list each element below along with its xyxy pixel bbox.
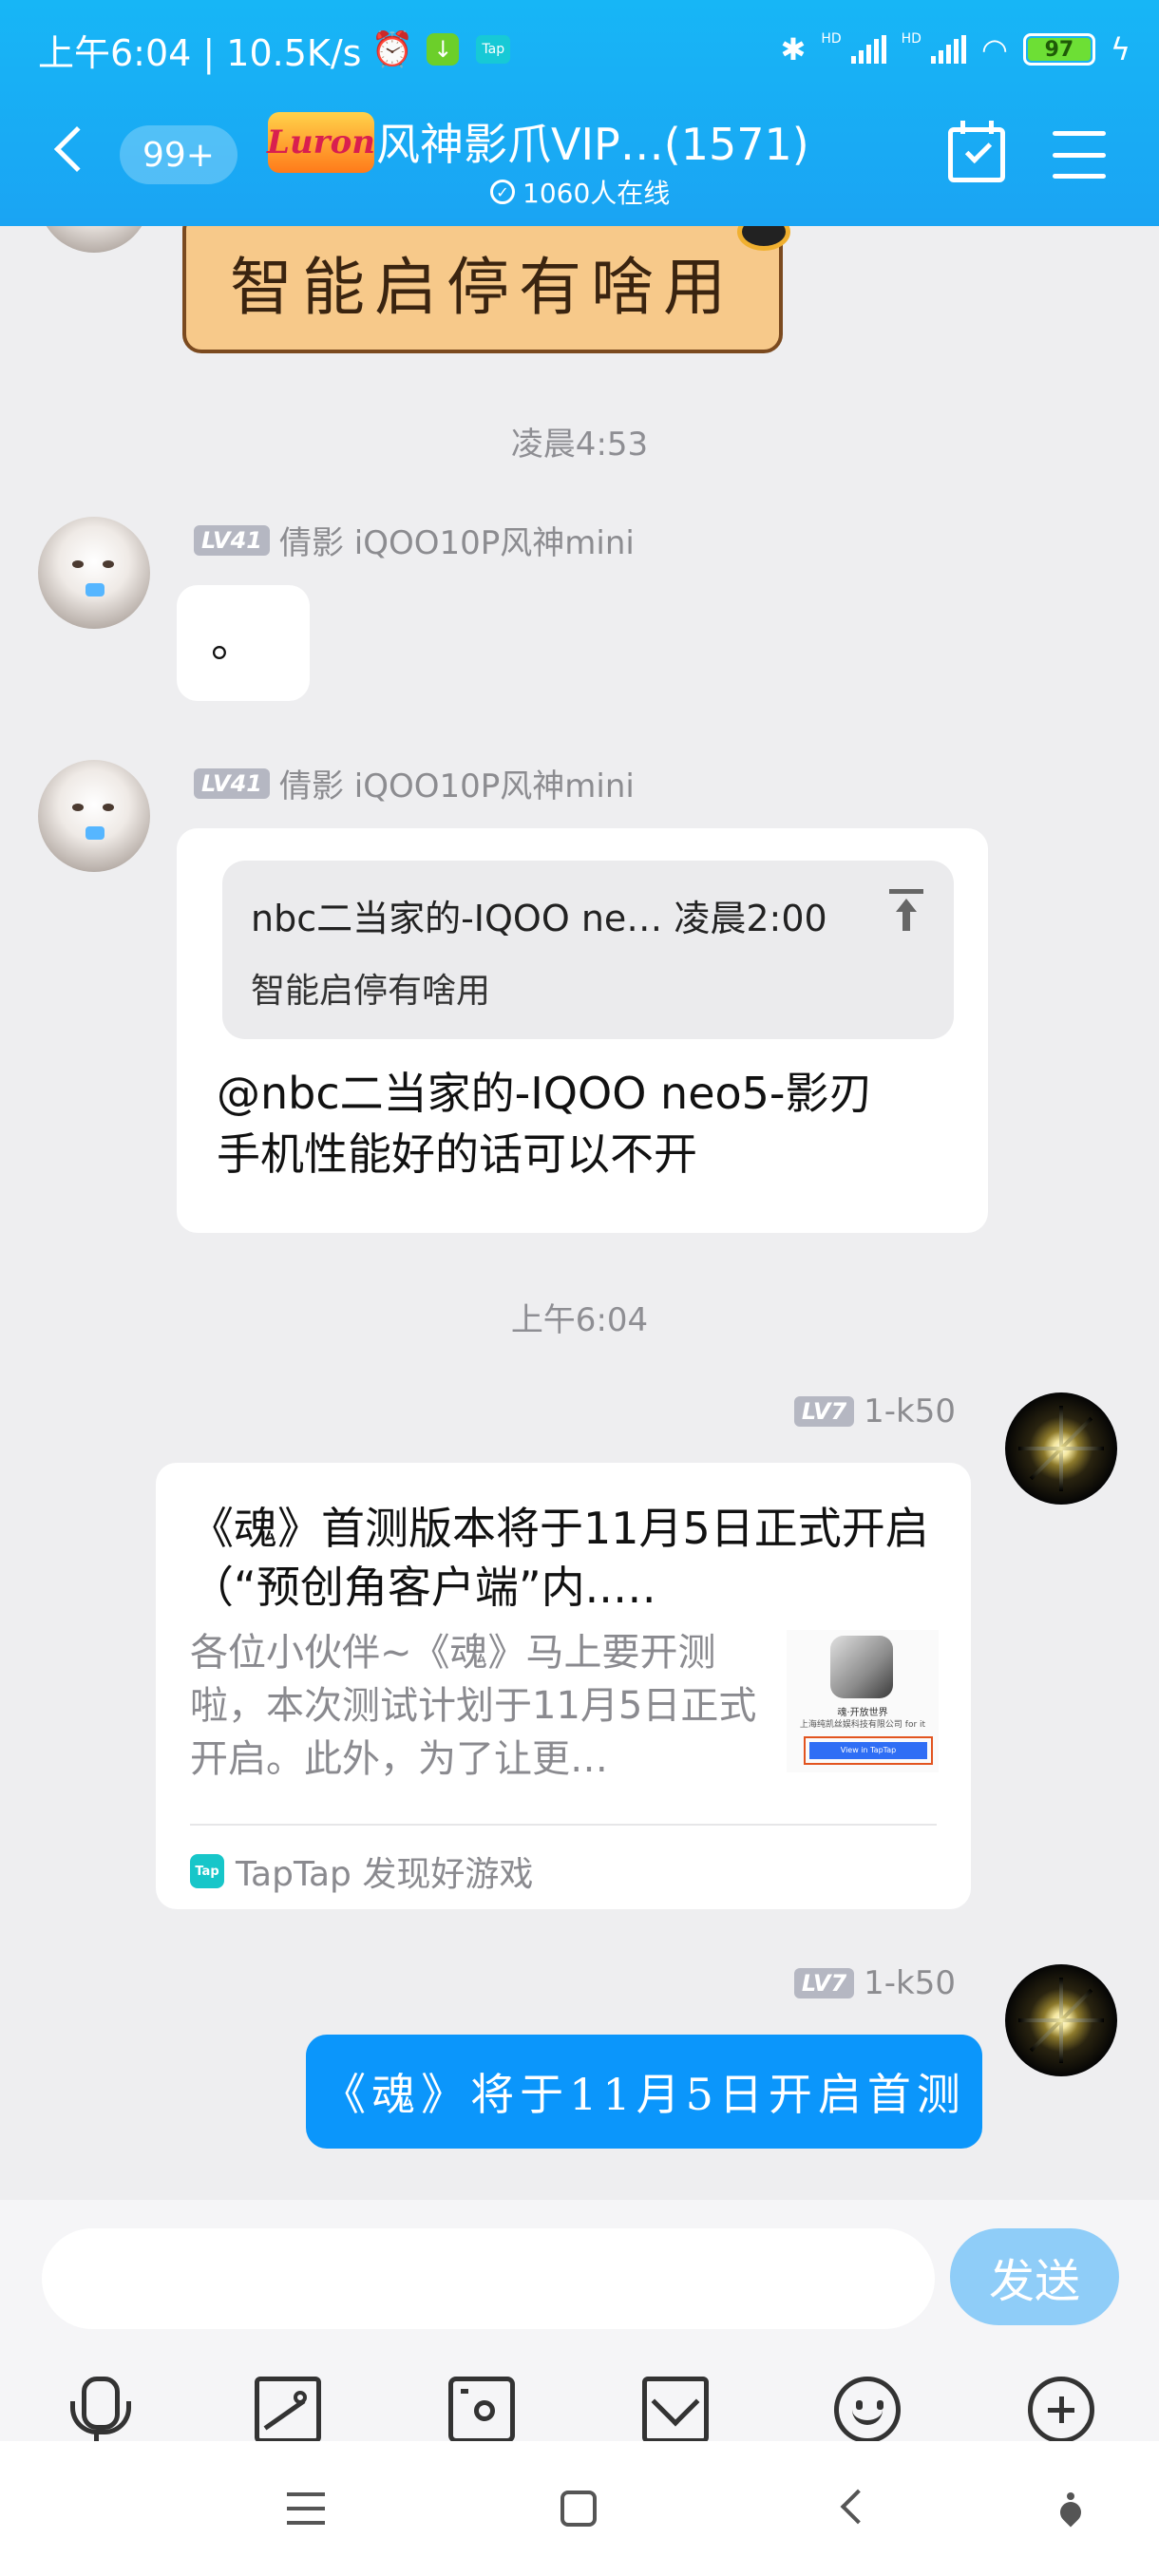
quote-text: 智能启停有啥用 <box>251 972 491 1011</box>
quoted-message[interactable]: nbc二当家的-IQOO ne… 凌晨2:00 智能启停有啥用 <box>222 861 954 1039</box>
card-source: Tap TapTap 发现好游戏 <box>190 1847 533 1896</box>
online-count: 1060人在线 <box>522 178 671 209</box>
system-navigation-bar <box>0 2441 1159 2576</box>
top-bar: 上午6:04 | 10.5K/s ⏰ ↓ Tap ✱ HD HD ◠ 97 ϟ … <box>0 0 1159 226</box>
avatar[interactable] <box>38 760 150 872</box>
message-text-line1: @nbc二当家的-IQOO neo5-影刃 <box>217 1068 873 1119</box>
sender-line: LV7 1-k50 <box>793 1964 956 2002</box>
card-title: 《魂》首测版本将于11月5日正式开启（“预创角客户端”内..… <box>190 1503 929 1613</box>
download-icon: ↓ <box>427 33 460 66</box>
sender-name[interactable]: 1-k50 <box>864 1964 956 2002</box>
avatar[interactable] <box>38 517 150 629</box>
level-badge: LV41 <box>194 524 270 556</box>
menu-icon[interactable] <box>1053 131 1106 179</box>
thumb-title: 魂·开放世界 <box>837 1708 888 1718</box>
jump-to-top-icon[interactable] <box>887 889 925 933</box>
alarm-icon: ⏰ <box>370 30 414 69</box>
message-bubble-self[interactable]: 《魂》将于11月5日开启首测 <box>306 2035 982 2149</box>
chat-header: 99+ Luron 风神影爪VIP…(1571) ✓ 1060人在线 <box>0 104 1159 218</box>
sender-name[interactable]: 倩影 iQOO10P风神mini <box>279 517 635 563</box>
timestamp: 上午6:04 <box>510 1301 649 1339</box>
thumb-button-label: View in TapTap <box>809 1742 927 1759</box>
signal-icon <box>850 35 886 64</box>
card-thumbnail: 魂·开放世界 上海纯凯丝娱科技有限公司 for it View in TapTa… <box>787 1630 939 1772</box>
unread-badge[interactable]: 99+ <box>120 125 238 184</box>
avatar[interactable] <box>38 226 150 253</box>
sender-line: LV41 倩影 iQOO10P风神mini <box>194 760 635 806</box>
message-input[interactable] <box>42 2228 935 2329</box>
message-text: 。 <box>211 616 255 667</box>
home-icon[interactable] <box>560 2491 597 2527</box>
group-logo: Luron <box>267 112 375 173</box>
level-badge: LV41 <box>194 767 270 799</box>
check-circle-icon: ✓ <box>490 180 515 204</box>
level-badge: LV7 <box>793 1396 855 1427</box>
system-back-icon[interactable] <box>840 2489 876 2525</box>
back-arrow-icon[interactable] <box>53 125 101 173</box>
camera-icon[interactable] <box>448 2377 515 2443</box>
chat-area[interactable]: 智能启停有啥用 凌晨4:53 LV41 倩影 iQOO10P风神mini 。 L… <box>0 226 1159 2200</box>
status-right: ✱ HD HD ◠ 97 ϟ <box>781 31 1130 67</box>
sender-line: LV7 1-k50 <box>793 1392 956 1430</box>
wifi-icon: ◠ <box>980 31 1008 67</box>
avatar[interactable] <box>1005 1392 1117 1505</box>
sticker-message[interactable]: 智能启停有啥用 <box>182 226 783 353</box>
taptap-notification-icon: Tap <box>476 35 511 64</box>
input-bar: 发送 <box>0 2200 1159 2443</box>
red-packet-icon[interactable] <box>642 2377 709 2443</box>
level-badge: LV7 <box>793 1968 855 1998</box>
card-source-label: TapTap 发现好游戏 <box>236 1855 534 1894</box>
hd-label: HD <box>821 31 842 47</box>
battery-level: 97 <box>1044 37 1074 62</box>
thumb-publisher: 上海纯凯丝娱科技有限公司 for it <box>799 1720 926 1730</box>
mic-icon[interactable] <box>63 2377 131 2443</box>
emoji-icon[interactable] <box>834 2377 901 2443</box>
plus-icon[interactable] <box>1028 2377 1094 2443</box>
send-button[interactable]: 发送 <box>950 2228 1119 2325</box>
timestamp: 凌晨4:53 <box>510 426 649 464</box>
online-status: ✓ 1060人在线 <box>490 173 670 211</box>
taptap-icon: Tap <box>190 1854 224 1888</box>
card-description: 各位小伙伴~《魂》马上要开测啦，本次测试计划于11月5日正式开启。此外，为了让更… <box>190 1631 757 1781</box>
recent-apps-icon[interactable] <box>287 2492 325 2525</box>
sender-name[interactable]: 1-k50 <box>864 1392 956 1430</box>
group-title[interactable]: 风神影爪VIP…(1571) <box>376 110 809 173</box>
quote-header: nbc二当家的-IQOO ne… 凌晨2:00 <box>251 898 827 939</box>
game-icon <box>830 1636 893 1698</box>
message-bubble[interactable]: 。 <box>177 585 310 701</box>
hd-label-2: HD <box>901 31 922 47</box>
message-text-line2: 手机性能好的话可以不开 <box>217 1128 697 1180</box>
photo-icon[interactable] <box>255 2377 321 2443</box>
status-bar: 上午6:04 | 10.5K/s ⏰ ↓ Tap ✱ HD HD ◠ 97 ϟ <box>38 21 1130 78</box>
charging-icon: ϟ <box>1110 31 1130 67</box>
status-time-speed: 上午6:04 | 10.5K/s <box>38 31 362 74</box>
bluetooth-icon: ✱ <box>780 31 807 67</box>
sender-line: LV41 倩影 iQOO10P风神mini <box>194 517 635 563</box>
avatar[interactable] <box>1005 1964 1117 2076</box>
assistant-icon[interactable] <box>1056 2492 1085 2521</box>
card-divider <box>190 1824 937 1826</box>
calendar-check-icon[interactable] <box>948 121 1005 182</box>
link-card[interactable]: 《魂》首测版本将于11月5日正式开启（“预创角客户端”内..… 各位小伙伴~《魂… <box>156 1463 971 1909</box>
battery-icon: 97 <box>1022 33 1095 66</box>
sender-name[interactable]: 倩影 iQOO10P风神mini <box>279 760 635 806</box>
signal-icon-2 <box>930 35 966 64</box>
thumb-button: View in TapTap <box>804 1736 933 1765</box>
